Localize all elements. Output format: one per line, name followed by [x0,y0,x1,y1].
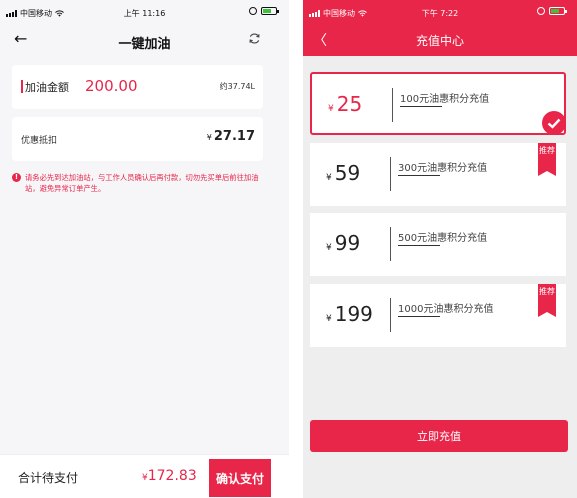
total-amount: 172.83 [147,468,197,484]
warning-notice: ! 请务必先到达加油站，与工作人员确认后再付款，切勿先买单后前往加油站，避免异常… [12,172,272,194]
option-description: 300元油惠积分充值 [398,163,488,174]
option-price-value: 199 [334,302,373,326]
warning-icon: ! [12,173,21,182]
total-label: 合计待支付 [18,471,79,485]
rotation-lock-icon [249,7,257,15]
rotation-lock-icon [537,7,545,15]
screenshot-canvas: 中国移动 上午 11:16 ← 一键加油 加油金额 200.00 约37.74L… [0,0,577,498]
status-time: 上午 11:16 [123,9,166,18]
yen-symbol: ¥ [328,104,334,114]
option-price: ¥199 [326,302,373,326]
fuel-amount-label: 加油金额 [25,81,69,94]
check-icon [542,111,566,135]
recommend-tag: 推荐 [538,284,556,317]
confirm-pay-button[interactable]: 确认支付 [209,459,271,497]
option-description: 100元油惠积分充值 [400,94,490,105]
underline [398,316,440,317]
underline [400,106,442,107]
recharge-option[interactable]: ¥25 100元油惠积分充值 [310,72,566,135]
page-title: 充值中心 [415,34,464,48]
recharge-now-button[interactable]: 立即充值 [310,420,568,452]
recharge-option[interactable]: ¥199 1000元油惠积分充值 推荐 [310,284,566,347]
battery-icon [549,7,567,15]
option-description: 500元油惠积分充值 [398,233,488,244]
total-value: ¥172.83 [142,468,197,484]
divider [390,157,391,191]
divider [390,227,391,261]
yen-symbol: ¥ [326,243,332,253]
yen-symbol: ¥ [326,314,332,324]
recharge-header: 中国移动 下午 7:22 〈 充值中心 [303,0,577,56]
status-time: 下午 7:22 [421,9,459,18]
status-right [537,7,567,15]
fuel-payment-screen: 中国移动 上午 11:16 ← 一键加油 加油金额 200.00 约37.74L… [0,0,289,498]
recharge-center-screen: 中国移动 下午 7:22 〈 充值中心 ¥25 100元油惠积分充值 ¥ 59 … [303,0,577,498]
option-price: ¥59 [326,161,360,185]
refresh-icon[interactable] [248,32,261,45]
discount-value: ¥27.17 [207,129,255,144]
recommend-tag: 推荐 [538,143,556,176]
fuel-amount-card[interactable]: 加油金额 200.00 约37.74L [12,65,263,109]
page-title: 一键加油 [118,37,171,52]
nav-bar: ← 一键加油 [0,26,289,56]
warning-text: 请务必先到达加油站，与工作人员确认后再付款，切勿先买单后前往加油站，避免异常订单… [25,173,259,193]
recharge-option[interactable]: ¥59 300元油惠积分充值 推荐 [310,143,566,206]
accent-bar [21,80,23,93]
underline [398,175,440,176]
option-price-value: 99 [334,231,361,255]
recharge-option[interactable]: ¥99 500元油惠积分充值 [310,213,566,276]
fuel-volume-estimate: 约37.74L [219,82,255,91]
status-right [249,7,279,15]
divider [390,298,391,332]
discount-card[interactable]: 优惠抵扣 ¥27.17 [12,117,263,161]
underline [398,245,440,246]
status-bar: 中国移动 下午 7:22 [303,0,577,22]
status-bar: 中国移动 上午 11:16 [0,0,289,22]
divider [392,88,393,122]
fuel-amount-value[interactable]: 200.00 [85,77,138,95]
yen-symbol: ¥ [326,173,332,183]
discount-label: 优惠抵扣 [21,136,58,146]
option-description: 1000元油惠积分充值 [398,304,494,315]
option-price-value: 59 [334,161,361,185]
payment-footer: 合计待支付 ¥172.83 确认支付 [0,454,289,498]
discount-amount: 27.17 [213,129,255,144]
option-price: ¥99 [326,231,360,255]
yen-symbol: ¥ [206,133,212,142]
option-price: ¥25 [328,92,362,116]
option-price-value: 25 [336,92,363,116]
battery-icon [261,7,279,15]
